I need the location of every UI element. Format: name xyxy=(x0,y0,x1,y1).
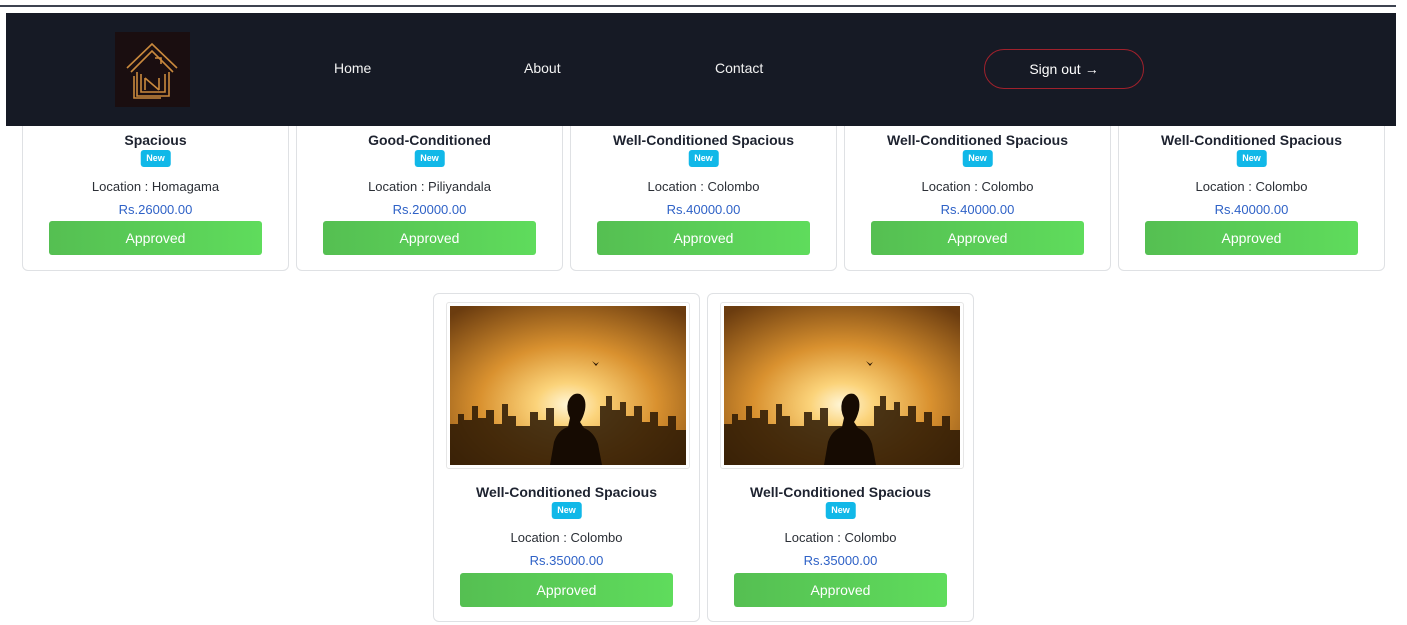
property-listing-page: Spacious New Location : Homagama Rs.2600… xyxy=(0,0,1407,625)
property-location: Location : Piliyandala xyxy=(368,179,491,194)
property-title: Well-Conditioned Spacious xyxy=(887,132,1068,148)
new-badge: New xyxy=(962,150,993,167)
property-price: Rs.40000.00 xyxy=(666,202,741,217)
new-badge: New xyxy=(140,150,171,167)
logo-house-icon[interactable] xyxy=(115,32,190,107)
nav-link-about[interactable]: About xyxy=(524,60,561,76)
property-price: Rs.40000.00 xyxy=(1214,202,1289,217)
new-badge: New xyxy=(688,150,719,167)
new-badge: New xyxy=(551,502,582,519)
property-price: Rs.35000.00 xyxy=(803,553,878,568)
approved-button[interactable]: Approved xyxy=(460,573,673,607)
approved-button[interactable]: Approved xyxy=(871,221,1084,255)
sign-out-button[interactable]: Sign out → xyxy=(984,49,1144,89)
property-image xyxy=(450,306,686,465)
new-badge: New xyxy=(1236,150,1267,167)
property-title: Well-Conditioned Spacious xyxy=(750,484,931,500)
property-title: Well-Conditioned Spacious xyxy=(1161,132,1342,148)
property-card: Well-Conditioned Spacious New Location :… xyxy=(707,293,974,622)
logo-house-icon-graphic xyxy=(126,42,178,99)
approved-button[interactable]: Approved xyxy=(1145,221,1358,255)
navbar: Home About Contact Sign out → xyxy=(6,13,1396,126)
property-title: Well-Conditioned Spacious xyxy=(476,484,657,500)
property-location: Location : Colombo xyxy=(510,530,623,545)
property-price: Rs.20000.00 xyxy=(392,202,467,217)
approved-button[interactable]: Approved xyxy=(597,221,810,255)
property-location: Location : Colombo xyxy=(1195,179,1308,194)
property-location: Location : Colombo xyxy=(921,179,1034,194)
property-price: Rs.26000.00 xyxy=(118,202,193,217)
property-title: Spacious xyxy=(124,132,187,148)
nav-link-contact[interactable]: Contact xyxy=(715,60,763,76)
new-badge: New xyxy=(414,150,445,167)
property-price: Rs.35000.00 xyxy=(529,553,604,568)
property-card: Well-Conditioned Spacious New Location :… xyxy=(433,293,700,622)
property-title: Well-Conditioned Spacious xyxy=(613,132,794,148)
property-image xyxy=(724,306,960,465)
property-image-frame xyxy=(446,302,690,469)
approved-button[interactable]: Approved xyxy=(323,221,536,255)
property-image-frame xyxy=(720,302,964,469)
nav-link-home[interactable]: Home xyxy=(334,60,371,76)
property-location: Location : Colombo xyxy=(784,530,897,545)
property-location: Location : Homagama xyxy=(91,179,220,194)
arrow-right-icon: → xyxy=(1084,61,1099,77)
sign-out-label: Sign out xyxy=(1029,61,1081,77)
approved-button[interactable]: Approved xyxy=(734,573,947,607)
approved-button[interactable]: Approved xyxy=(49,221,262,255)
property-price: Rs.40000.00 xyxy=(940,202,1015,217)
property-location: Location : Colombo xyxy=(647,179,760,194)
property-title: Good-Conditioned xyxy=(368,132,491,148)
new-badge: New xyxy=(825,502,856,519)
